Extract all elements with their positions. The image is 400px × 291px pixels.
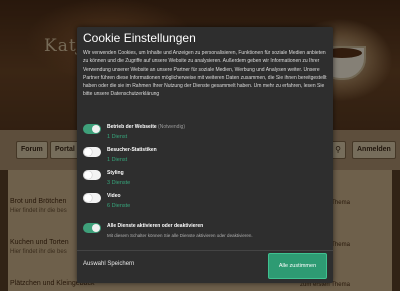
option-label: Video bbox=[107, 193, 121, 199]
option-required-note: (Notwendig) bbox=[158, 124, 186, 130]
option-service-count[interactable]: 1 Dienst bbox=[107, 157, 127, 163]
option-label-text: Betrieb der Webseite bbox=[107, 124, 157, 130]
option-service-count[interactable]: 3 Dienste bbox=[107, 180, 130, 186]
option-label: Betrieb der Webseite (Notwendig) bbox=[107, 124, 185, 130]
dialog-footer: Auswahl Speichern Alle zustimmen bbox=[77, 250, 333, 284]
toggle-knob bbox=[84, 171, 92, 179]
toggle-switch[interactable] bbox=[83, 124, 101, 134]
option-all-services: Alle Dienste aktivieren oder deaktiviere… bbox=[83, 221, 327, 249]
toggle-switch[interactable] bbox=[83, 147, 101, 157]
option-service-count[interactable]: 6 Dienste bbox=[107, 203, 130, 209]
toggle-switch[interactable] bbox=[83, 170, 101, 180]
dialog-description: Wir verwenden Cookies, um Inhalte und An… bbox=[83, 50, 327, 98]
accept-all-button[interactable]: Alle zustimmen bbox=[268, 253, 327, 279]
toggle-knob bbox=[92, 224, 100, 232]
option-description: Mit diesem Schalter können Sie alle Dien… bbox=[107, 233, 253, 238]
toggle-knob bbox=[84, 148, 92, 156]
option-label: Styling bbox=[107, 170, 124, 176]
toggle-knob bbox=[92, 125, 100, 133]
option-video: Video 6 Dienste bbox=[83, 191, 327, 219]
toggle-all-switch[interactable] bbox=[83, 223, 101, 233]
dialog-title: Cookie Einstellungen bbox=[83, 31, 196, 45]
toggle-switch[interactable] bbox=[83, 193, 101, 203]
cookie-settings-dialog: Cookie Einstellungen Wir verwenden Cooki… bbox=[77, 27, 333, 283]
option-service-count[interactable]: 1 Dienst bbox=[107, 134, 127, 140]
option-label: Besucher-Statistiken bbox=[107, 147, 157, 153]
toggle-knob bbox=[84, 194, 92, 202]
option-label: Alle Dienste aktivieren oder deaktiviere… bbox=[107, 223, 204, 229]
save-selection-button[interactable]: Auswahl Speichern bbox=[83, 261, 134, 267]
